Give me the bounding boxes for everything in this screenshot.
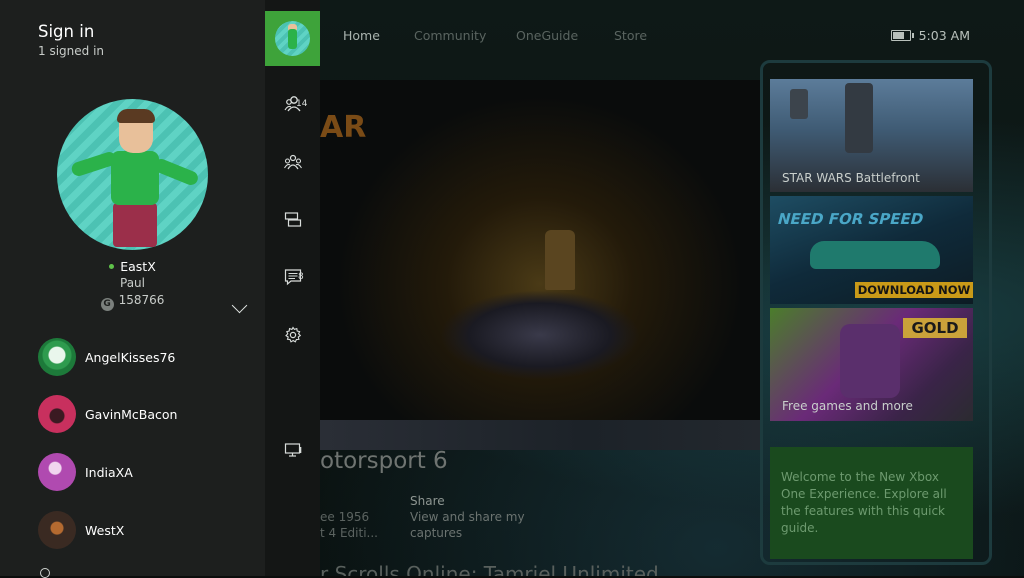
party-icon[interactable] <box>284 153 302 171</box>
download-now-badge: DOWNLOAD NOW <box>855 282 973 298</box>
need-for-speed-logo: NEED FOR SPEED <box>775 210 926 228</box>
gamerscore: 158766 <box>118 293 165 307</box>
account-item[interactable]: AngelKisses76 <box>38 338 258 378</box>
recent-game-title[interactable]: otorsport 6 <box>320 448 448 474</box>
guide-rail: 14 8 <box>265 0 320 576</box>
gold-art <box>840 324 900 398</box>
account-gamertag: WestX <box>85 523 125 538</box>
battery-icon <box>890 30 914 41</box>
share-desc: View and share my <box>410 510 525 524</box>
account-item[interactable]: IndiaXA <box>38 453 258 493</box>
avatar-icon[interactable] <box>265 11 320 66</box>
account-avatar <box>38 338 76 376</box>
account-gamertag: GavinMcBacon <box>85 407 178 422</box>
game-logo-art: AR <box>320 110 367 145</box>
battlefront-tile[interactable]: STAR WARS Battlefront <box>770 79 973 192</box>
profile-avatar[interactable] <box>57 99 208 250</box>
online-status-dot <box>109 264 115 269</box>
tab-store[interactable]: Store <box>614 28 647 43</box>
gold-badge: GOLD <box>903 318 967 338</box>
guide-panel: Sign in 1 signed in EastX Paul G 158766 A… <box>0 0 320 578</box>
account-item[interactable]: WestX <box>38 511 258 551</box>
account-avatar <box>38 511 76 549</box>
welcome-guide-text: Welcome to the New Xbox One Experience. … <box>781 470 947 535</box>
share-desc: captures <box>410 526 463 540</box>
account-avatar <box>38 453 76 491</box>
settings-icon[interactable] <box>284 326 302 344</box>
search-icon[interactable] <box>40 568 50 578</box>
panel-title: Sign in <box>38 22 95 41</box>
battlefront-label: STAR WARS Battlefront <box>782 171 920 185</box>
pinned-game-title[interactable]: r Scrolls Online: Tamriel Unlimited <box>320 562 659 576</box>
messages-count: 8 <box>298 272 304 282</box>
account-item[interactable]: GavinMcBacon <box>38 395 258 435</box>
avatar-legs <box>113 203 157 247</box>
hero-art-crystals <box>440 290 640 380</box>
panel-subtitle: 1 signed in <box>38 44 105 58</box>
tab-oneguide[interactable]: OneGuide <box>516 28 578 43</box>
account-gamertag: IndiaXA <box>85 465 133 480</box>
pc-icon[interactable] <box>284 441 302 459</box>
gold-label: Free games and more <box>782 399 913 413</box>
hero-art-tower <box>545 230 575 290</box>
chat-icon[interactable] <box>284 211 302 229</box>
share-tile[interactable]: Share View and share my captures <box>410 493 525 541</box>
share-title: Share <box>410 494 445 508</box>
battlefront-art <box>790 89 808 119</box>
recent-game-subtitle-line: ee 1956 <box>320 510 370 524</box>
gamerscore-row: G 158766 <box>0 293 265 311</box>
status-area: 5:03 AM <box>890 28 970 43</box>
games-with-gold-tile[interactable]: GOLD Free games and more <box>770 308 973 421</box>
friends-count: 14 <box>296 99 308 109</box>
battlefront-art <box>845 83 873 153</box>
welcome-guide-tile[interactable]: Welcome to the New Xbox One Experience. … <box>770 447 973 559</box>
sign-in-panel: Sign in 1 signed in EastX Paul G 158766 A… <box>0 0 265 578</box>
gamertag: EastX <box>120 259 156 274</box>
hero-tile[interactable]: AR <box>320 80 760 420</box>
avatar-hair <box>117 109 155 123</box>
tab-community[interactable]: Community <box>414 28 486 43</box>
recent-game-subtitle-line: t 4 Editi... <box>320 526 378 540</box>
recent-game-subtitle: ee 1956 t 4 Editi... <box>320 509 378 541</box>
account-avatar <box>38 395 76 433</box>
clock: 5:03 AM <box>918 28 970 43</box>
avatar-arm <box>152 156 200 188</box>
avatar-body <box>111 151 159 205</box>
mini-avatar <box>275 21 310 56</box>
gamertag-row: EastX <box>0 259 265 274</box>
real-name: Paul <box>120 276 145 290</box>
gamerscore-icon: G <box>100 298 114 311</box>
tab-home[interactable]: Home <box>343 28 380 43</box>
car-art <box>810 241 940 269</box>
need-for-speed-tile[interactable]: NEED FOR SPEED DOWNLOAD NOW <box>770 196 973 304</box>
account-gamertag: AngelKisses76 <box>85 350 176 365</box>
hero-art-strip <box>320 420 760 450</box>
